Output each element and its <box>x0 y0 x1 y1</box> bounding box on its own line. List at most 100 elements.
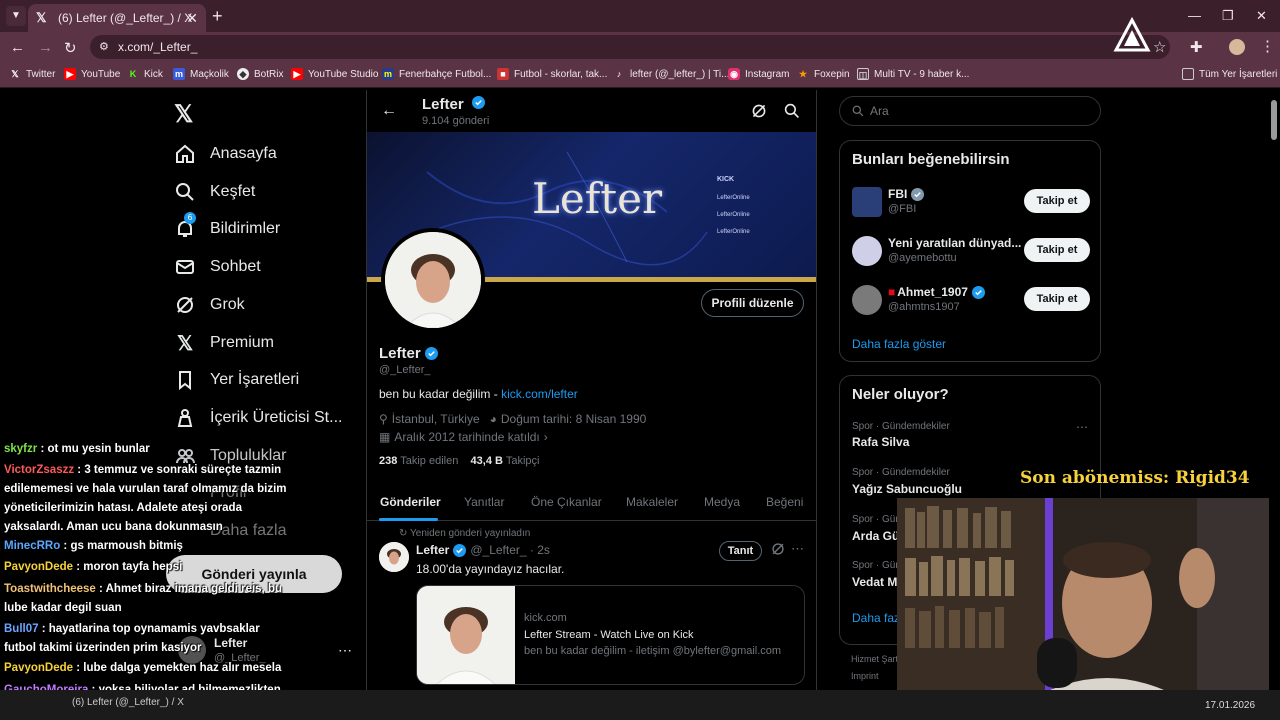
tweet-avatar[interactable] <box>379 542 409 572</box>
search-input[interactable]: Ara <box>839 96 1101 126</box>
promote-button[interactable]: Tanıt <box>719 541 762 561</box>
extensions-icon[interactable]: ✚ <box>1190 38 1203 56</box>
bookmark-futbol[interactable]: ■ Futbol - skorlar, tak... <box>497 68 607 80</box>
calendar-icon: ▦ <box>379 430 391 444</box>
tab-articles[interactable]: Makaleler <box>626 495 678 509</box>
suggestion-fbi[interactable]: FBI @FBI Takip et <box>852 187 1092 223</box>
tab-highlights[interactable]: Öne Çıkanlar <box>531 495 602 509</box>
follow-button[interactable]: Takip et <box>1024 287 1090 311</box>
bookmark-instagram[interactable]: ◉ Instagram <box>728 68 789 80</box>
banner-kick: KICK <box>717 176 735 183</box>
location-icon: ⚲ <box>379 412 388 426</box>
nav-messages[interactable]: Sohbet <box>174 256 261 278</box>
footer-terms[interactable]: Hizmet Şart <box>851 654 898 664</box>
bookmark-botrix[interactable]: ◆ BotRix <box>237 68 283 80</box>
bookmark-youtube-studio[interactable]: ▶ YouTube Studio <box>291 68 378 80</box>
bookmark-fenerbahce[interactable]: m Fenerbahçe Futbol... <box>382 68 491 80</box>
nav-home[interactable]: Anasayfa <box>174 143 277 165</box>
bookmark-youtube[interactable]: ▶ YouTube <box>64 68 120 80</box>
trend-item[interactable]: Yağız Sabuncuoğlu <box>852 482 962 496</box>
reload-button[interactable]: ↻ <box>64 39 77 57</box>
tab-replies[interactable]: Yanıtlar <box>464 495 504 509</box>
bookmark-tiktok[interactable]: ♪ lefter (@_lefter_) | Ti... <box>613 68 730 80</box>
trend-item[interactable]: Arda Gü <box>852 529 899 543</box>
header-search-icon[interactable] <box>784 103 800 119</box>
address-bar[interactable]: ⚙ x.com/_Lefter_ <box>90 35 1170 59</box>
trend-more-icon[interactable]: ⋯ <box>1076 420 1088 434</box>
nav-creator-studio[interactable]: İçerik Üreticisi St... <box>174 407 342 429</box>
bookmark-star-icon[interactable]: ☆ <box>1153 38 1166 56</box>
trend-item[interactable]: Rafa Silva <box>852 435 909 449</box>
site-info-icon[interactable]: ⚙ <box>99 40 109 53</box>
scrollbar-thumb[interactable] <box>1271 100 1277 140</box>
following-link[interactable]: 238 Takip edilen <box>379 455 458 467</box>
suggestion-ayemebottu[interactable]: Yeni yaratılan dünyad... @ayemebottu Tak… <box>852 236 1092 272</box>
chat-message: PavyonDede : lube dalga yemekten haz alı… <box>4 662 282 674</box>
browser-tab[interactable]: 𝕏 (6) Lefter (@_Lefter_) / X ✕ <box>28 4 206 32</box>
post-count: 9.104 gönderi <box>422 115 490 127</box>
tab-likes[interactable]: Beğeni <box>766 495 803 509</box>
trends-show-more[interactable]: Daha faz <box>852 611 900 625</box>
chat-message: PavyonDede : moron tayfa hepsi <box>4 561 183 573</box>
chat-message: skyfzr : ot mu yesin bunlar <box>4 443 150 455</box>
nav-premium[interactable]: 𝕏 Premium <box>174 332 274 355</box>
x-favicon-icon: 𝕏 <box>36 10 47 25</box>
nav-bookmarks[interactable]: Yer İşaretleri <box>174 369 299 391</box>
tab-media[interactable]: Medya <box>704 495 740 509</box>
follow-stats: 238 Takip edilen 43,4 B Takipçi <box>379 455 539 467</box>
trend-item[interactable]: Vedat M <box>852 575 897 589</box>
all-bookmarks-folder[interactable]: Tüm Yer İşaretleri <box>1182 68 1277 80</box>
close-tab-icon[interactable]: ✕ <box>186 10 198 27</box>
suggestion-handle: @ayemebottu <box>888 252 957 264</box>
bookmark-multi-tv[interactable]: ◫ Multi TV - 9 haber k... <box>857 68 969 80</box>
suggestion-handle: @FBI <box>888 203 917 215</box>
taskbar-window-tab[interactable]: (6) Lefter (@_Lefter_) / X <box>72 697 184 708</box>
new-tab-button[interactable]: + <box>212 6 223 27</box>
suggestion-ahmtns1907[interactable]: ■ Ahmet_1907 @ahmtns1907 Takip et <box>852 285 1092 321</box>
tweet-grok-icon[interactable] <box>771 542 785 556</box>
bookmark-kick[interactable]: K Kick <box>127 68 163 80</box>
x-logo-icon[interactable]: 𝕏 <box>174 100 193 129</box>
nav-explore[interactable]: Keşfet <box>174 181 255 203</box>
minimize-button[interactable]: — <box>1188 8 1201 23</box>
followers-link[interactable]: 43,4 B Takipçi <box>471 455 540 467</box>
active-tab-indicator <box>379 518 438 521</box>
forward-button[interactable]: → <box>38 39 53 56</box>
bookmark-foxepin[interactable]: ★ Foxepin <box>797 68 850 80</box>
bookmark-mackolik[interactable]: m Maçkolik <box>173 68 229 80</box>
bio-link[interactable]: kick.com/lefter <box>501 387 578 401</box>
trends-title: Neler oluyor? <box>852 386 949 403</box>
browser-toolbar: ← → ↻ ⚙ x.com/_Lefter_ ☆ ✚ ⋮ <box>0 16 1280 62</box>
tweet-more-icon[interactable]: ⋯ <box>791 541 804 557</box>
maximize-button[interactable]: ❐ <box>1222 8 1234 24</box>
back-button[interactable]: ← <box>10 39 25 56</box>
header-name: Lefter <box>422 96 485 113</box>
profile-avatar[interactable] <box>381 228 485 332</box>
tweet-handle-time: @_Lefter_ · 2s <box>470 543 550 557</box>
chevron-right-icon[interactable]: › <box>544 430 548 444</box>
bookmark-twitter[interactable]: 𝕏 Twitter <box>9 68 55 80</box>
chat-message: VictorZsaszz : 3 temmuz ve sonraki süreç… <box>4 464 287 533</box>
footer-imprint[interactable]: Imprint <box>851 671 879 681</box>
tweet-author[interactable]: Lefter @_Lefter_ · 2s <box>416 543 550 557</box>
nav-notifications[interactable]: 6 Bildirimler <box>174 212 280 240</box>
close-window-button[interactable]: ✕ <box>1256 8 1267 24</box>
show-more-link[interactable]: Daha fazla göster <box>852 337 946 351</box>
grok-header-icon[interactable] <box>751 103 767 119</box>
suggestion-name: FBI <box>888 187 1023 201</box>
page-scrollbar[interactable] <box>1270 92 1278 720</box>
edit-profile-button[interactable]: Profili düzenle <box>701 289 804 317</box>
tab-posts[interactable]: Gönderiler <box>380 495 441 509</box>
repost-label: ↻ Yeniden gönderi yayınladın <box>399 528 531 539</box>
profile-avatar[interactable] <box>1229 39 1245 55</box>
follow-button[interactable]: Takip et <box>1024 189 1090 213</box>
account-menu-icon[interactable]: ⋯ <box>338 642 352 659</box>
back-arrow-icon[interactable]: ← <box>381 102 397 120</box>
tab-search-button[interactable]: ▼ <box>6 6 26 26</box>
follow-button[interactable]: Takip et <box>1024 238 1090 262</box>
avatar-face <box>385 232 481 328</box>
banner-instagram: LefterOnline <box>717 212 750 218</box>
menu-icon[interactable]: ⋮ <box>1260 37 1275 55</box>
nav-grok[interactable]: Grok <box>174 294 245 316</box>
link-card[interactable]: kick.com Lefter Stream - Watch Live on K… <box>416 585 805 685</box>
